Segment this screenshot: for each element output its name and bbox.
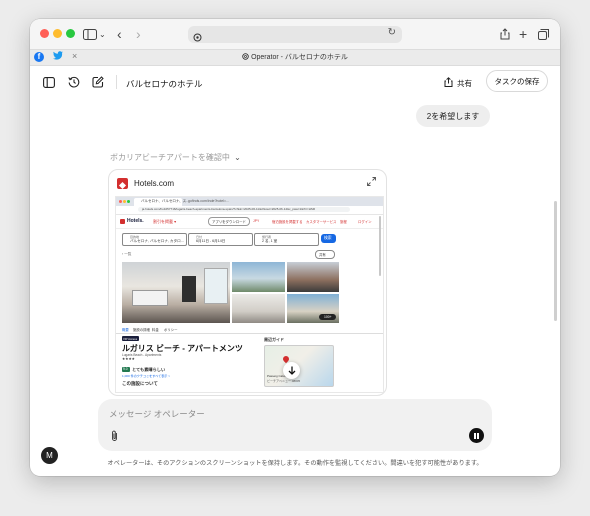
tab-title: Operator - バルセロナのホテル (251, 54, 348, 61)
mini-dot (123, 200, 126, 203)
mini-dot (119, 200, 122, 203)
mini-nav-deals: 割引を掲載 ▾ (153, 219, 177, 224)
scroll-down-button[interactable] (283, 362, 300, 379)
mini-nav-trips: 旅程 (340, 220, 347, 224)
address-bar[interactable]: ↻ (188, 26, 402, 43)
mini-tab-strip: バルセロナ、バルセロナ、ス… gofinds.com/inde?hotel=… (116, 197, 383, 206)
mini-tab-1: バルセロナ、バルセロナ、ス… (141, 199, 190, 203)
mini-photo-4 (232, 294, 285, 323)
hotels-logo-icon (117, 178, 128, 190)
active-tab[interactable]: Operator - バルセロナのホテル (30, 52, 560, 62)
mini-hotels-logo-icon (120, 219, 125, 224)
mini-url-row: ja.hotels.com/ho1057716/lugaris-beach-ap… (116, 206, 383, 215)
mini-nav-list: 宿泊施設を掲載する (272, 220, 303, 224)
tab-overview-icon[interactable] (538, 27, 549, 41)
live-browser-screenshot[interactable]: バルセロナ、バルセロナ、ス… gofinds.com/inde?hotel=… … (115, 196, 384, 393)
mini-site-nav: Hotels. 割引を掲載 ▾ アプリをダウンロード JPY 宿泊施設を掲載する… (116, 215, 383, 229)
mini-main-photo (122, 262, 230, 323)
mini-badge: VIP Access (123, 337, 138, 341)
mini-brand: Hotels. (127, 218, 144, 224)
mini-back-link: ‹ 一覧 (122, 252, 132, 256)
chevron-down-icon[interactable]: ⌄ (99, 27, 106, 41)
mini-about: この施設について (122, 381, 158, 386)
expand-icon[interactable] (367, 177, 376, 189)
save-task-button[interactable]: タスクの保存 (486, 70, 548, 92)
mini-photo-2 (232, 262, 285, 292)
arrow-down-icon (288, 366, 295, 375)
page-scrollbar[interactable] (554, 201, 557, 321)
user-message: 2を希望します (416, 105, 490, 127)
mini-subnav-item: 料金 (152, 328, 159, 332)
close-window-button[interactable] (40, 29, 49, 38)
mini-photo-3 (287, 262, 339, 292)
back-icon[interactable]: ‹ (117, 26, 122, 42)
mini-area-guide: 周辺ガイド (264, 337, 284, 342)
mini-nav-login: ログイン (358, 220, 372, 224)
message-input-box[interactable]: メッセージ オペレーター (98, 399, 492, 451)
mini-share-label: 共有 (319, 253, 326, 257)
sidebar-icon[interactable] (42, 75, 56, 89)
mini-nav-support: カスタマーサービス (306, 220, 337, 224)
mini-map-caption-2: ビーチアベニュー 08005 (267, 379, 301, 383)
pause-icon (477, 432, 480, 439)
mini-dates-value: 6月11日 - 6月14日 (196, 239, 226, 243)
app-header: バルセロナのホテル 共有 タスクの保存 (30, 65, 560, 99)
mini-subnav: 概要 施設の詳細 料金 ポリシー (116, 326, 383, 334)
forward-icon[interactable]: › (136, 26, 141, 42)
conversation-title[interactable]: バルセロナのホテル (126, 78, 203, 90)
chevron-down-icon: ⌄ (234, 153, 241, 162)
mini-guests-field: 旅行者 2 名, 1 室 (254, 233, 319, 246)
mini-tab-2: gofinds.com/inde?hotel=… (188, 199, 230, 203)
tab-bar: f × Operator - バルセロナのホテル (30, 49, 560, 66)
mini-subnav-item: 概要 (122, 328, 129, 332)
history-icon[interactable] (67, 75, 81, 89)
new-tab-icon[interactable]: + (519, 26, 527, 42)
mini-reviews-link: 1,000 件のクチコミをすべて表示 > (122, 374, 171, 378)
pause-button[interactable] (469, 428, 484, 443)
share-label: 共有 (457, 78, 472, 88)
sidebar-toggle-icon[interactable] (83, 27, 97, 41)
mini-photo-count: 100+ (324, 315, 332, 319)
mini-nav-jpy: JPY (253, 219, 260, 223)
header-divider (116, 75, 117, 89)
status-text: ボカリアビーチアパートを確認中 (110, 153, 230, 162)
mini-search-button: 検索 (321, 234, 336, 243)
minimize-window-button[interactable] (53, 29, 62, 38)
openai-tab-icon (242, 53, 249, 62)
mini-subnav-item: 施設の詳細 (133, 328, 150, 332)
share-page-icon[interactable] (500, 27, 510, 41)
browser-preview-card[interactable]: Hotels.com バルセロナ、バルセロナ、ス… gofinds.com/in… (108, 169, 387, 396)
mini-dates-field: 日付 6月11日 - 6月14日 (188, 233, 253, 246)
card-title: Hotels.com (134, 179, 175, 188)
mini-search-label: 検索 (324, 236, 332, 240)
disclaimer: オペレーターは、そのアクションのスクリーンショットを保持します。その動作を監視し… (107, 460, 483, 467)
mini-dest-value: バルセロナ, バルセロナ, カタロ… (130, 239, 185, 243)
mini-scrollbar (379, 216, 381, 276)
zoom-window-button[interactable] (66, 29, 75, 38)
mini-stars: ★★★★ (122, 357, 135, 361)
browser-window: ⌄ ‹ › ↻ + f × Operator - バルセロナのホテル バルセロナ… (30, 19, 560, 476)
mini-shelf (182, 276, 196, 302)
card-header: Hotels.com (109, 170, 386, 196)
message-input[interactable]: メッセージ オペレーター (109, 408, 205, 420)
mini-sofa (132, 290, 168, 306)
status-line[interactable]: ボカリアビーチアパートを確認中 ⌄ (110, 152, 241, 163)
mini-destination-field: 目的地 バルセロナ, バルセロナ, カタロ… (122, 233, 187, 246)
paperclip-icon[interactable] (110, 430, 119, 445)
mini-rating: 9.0 (123, 367, 128, 371)
new-task-icon[interactable] (91, 75, 105, 89)
share-icon (444, 77, 453, 89)
mini-photo-5: 100+ (287, 294, 339, 323)
mini-subnav-item: ポリシー (164, 328, 178, 332)
reload-icon[interactable]: ↻ (388, 27, 396, 38)
mini-app-label: アプリをダウンロード (212, 220, 246, 224)
title-bar: ⌄ ‹ › ↻ + (30, 19, 560, 49)
mini-window (204, 268, 228, 304)
share-button[interactable]: 共有 (444, 77, 472, 89)
mini-guests-value: 2 名, 1 室 (262, 239, 278, 243)
mini-dot (127, 200, 130, 203)
pause-icon (473, 432, 476, 439)
mini-url: ja.hotels.com/ho1057716/lugaris-beach-ap… (142, 207, 316, 211)
site-settings-icon[interactable] (193, 29, 202, 47)
